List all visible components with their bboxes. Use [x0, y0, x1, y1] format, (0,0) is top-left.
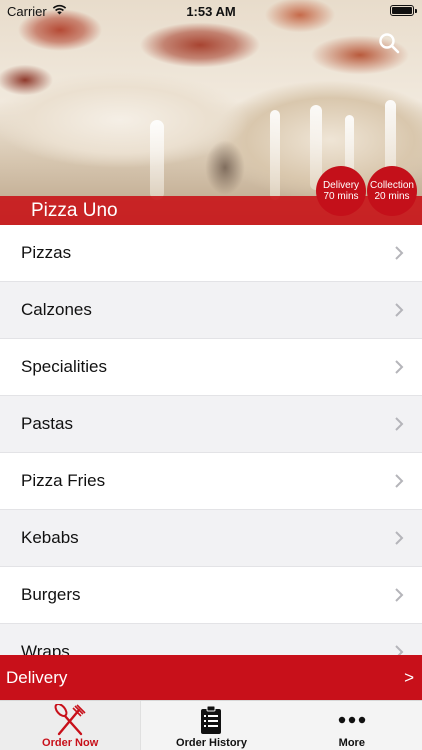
- menu-item-specialities[interactable]: Specialities: [0, 339, 422, 396]
- clipboard-icon: [200, 703, 222, 737]
- order-mode-label: Delivery: [6, 667, 68, 687]
- chevron-right-icon: [395, 417, 404, 431]
- menu-item-pastas[interactable]: Pastas: [0, 396, 422, 453]
- collection-badge-time: 20 mins: [374, 191, 410, 202]
- battery-icon: [390, 5, 417, 16]
- menu-item-label: Burgers: [21, 585, 81, 604]
- delivery-badge-time: 70 mins: [323, 191, 359, 202]
- menu-item-pizza-fries[interactable]: Pizza Fries: [0, 453, 422, 510]
- fork-knife-icon: [53, 703, 87, 737]
- restaurant-name: Pizza Uno: [31, 200, 118, 221]
- menu-item-kebabs[interactable]: Kebabs: [0, 510, 422, 567]
- search-icon: [379, 33, 400, 54]
- tab-bar: Order Now Order History More: [0, 700, 422, 750]
- search-button[interactable]: [378, 32, 400, 54]
- chevron-right-icon: [395, 474, 404, 488]
- chevron-right-icon: [395, 531, 404, 545]
- menu-item-label: Calzones: [21, 300, 92, 319]
- menu-category-list[interactable]: Pizzas Calzones Specialities Pastas Pizz…: [0, 225, 422, 655]
- menu-item-burgers[interactable]: Burgers: [0, 567, 422, 624]
- menu-item-label: Wraps: [21, 642, 70, 655]
- order-mode-arrow: >: [404, 667, 414, 687]
- tab-label: Order History: [176, 737, 247, 749]
- chevron-right-icon: [395, 246, 404, 260]
- clock-time: 1:53 AM: [186, 4, 236, 19]
- order-mode-bar[interactable]: Delivery >: [0, 655, 422, 700]
- menu-item-wraps[interactable]: Wraps: [0, 624, 422, 655]
- chevron-right-icon: [395, 588, 404, 602]
- tab-label: More: [338, 737, 365, 749]
- status-bar: Carrier 1:53 AM: [0, 0, 422, 22]
- menu-item-label: Pizza Fries: [21, 471, 106, 490]
- menu-item-label: Pizzas: [21, 243, 72, 262]
- tab-order-now[interactable]: Order Now: [0, 701, 142, 750]
- chevron-right-icon: [395, 645, 404, 655]
- chevron-right-icon: [395, 303, 404, 317]
- tab-label: Order Now: [42, 737, 99, 749]
- menu-item-label: Specialities: [21, 357, 107, 376]
- tab-order-history[interactable]: Order History: [141, 701, 281, 750]
- tab-more[interactable]: More: [282, 701, 422, 750]
- collection-badge-label: Collection: [370, 180, 414, 191]
- menu-item-label: Kebabs: [21, 528, 79, 547]
- chevron-right-icon: [395, 360, 404, 374]
- delivery-time-badge: Delivery 70 mins: [316, 166, 366, 216]
- more-dots-icon: [338, 703, 366, 737]
- collection-time-badge: Collection 20 mins: [367, 166, 417, 216]
- menu-item-pizzas[interactable]: Pizzas: [0, 225, 422, 282]
- menu-item-calzones[interactable]: Calzones: [0, 282, 422, 339]
- delivery-badge-label: Delivery: [322, 180, 360, 191]
- menu-item-label: Pastas: [21, 414, 73, 433]
